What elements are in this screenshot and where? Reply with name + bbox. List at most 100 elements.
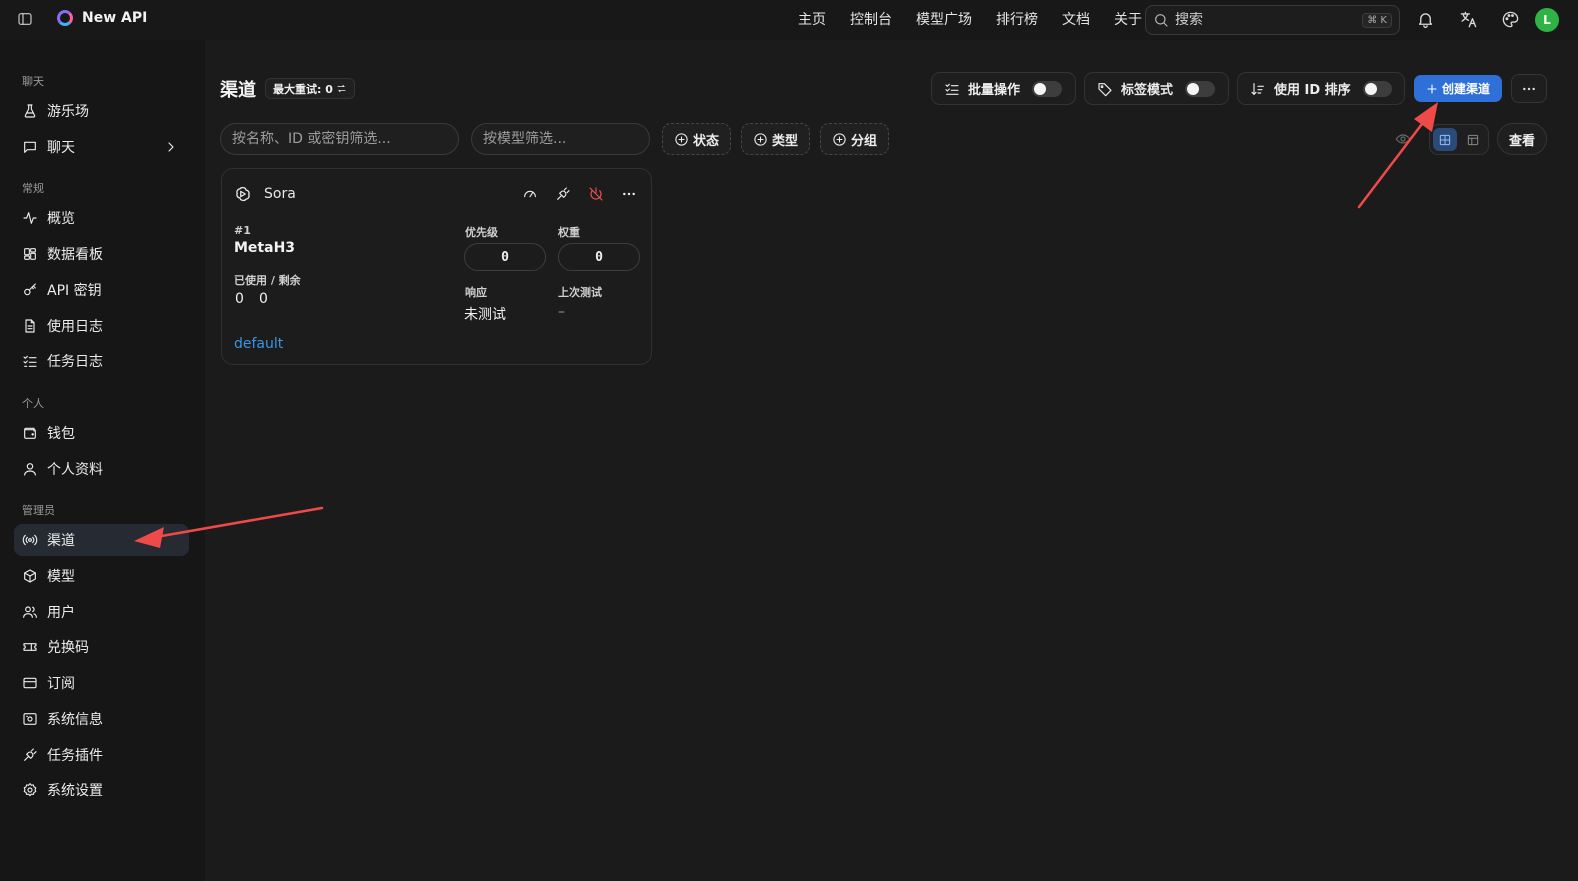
sort-icon <box>1250 81 1266 97</box>
nav-leaderboard[interactable]: 排行榜 <box>984 0 1050 40</box>
sidebar-item-chat[interactable]: 聊天 <box>14 131 189 163</box>
retry-badge-label: 最大重试: 0 <box>273 82 333 96</box>
sidebar-item-task-logs[interactable]: 任务日志 <box>14 345 189 377</box>
channel-group-tag[interactable]: default <box>234 336 283 352</box>
sidebar-item-label: 任务日志 <box>47 354 103 370</box>
view-button[interactable]: 查看 <box>1497 123 1547 155</box>
sidebar-item-users[interactable]: 用户 <box>14 596 189 628</box>
tag-mode-switch[interactable] <box>1185 80 1216 97</box>
page-title: 渠道 <box>220 80 256 101</box>
search-box[interactable]: ⌘ K <box>1145 5 1400 35</box>
sidebar-item-system-info[interactable]: 系统信息 <box>14 703 189 735</box>
sidebar-item-label: 使用日志 <box>47 319 103 335</box>
sidebar-item-models[interactable]: 模型 <box>14 560 189 592</box>
sidebar-item-label: 游乐场 <box>47 104 89 120</box>
sidebar-section-chat: 聊天 <box>22 75 44 88</box>
grid-icon <box>1438 133 1452 147</box>
translate-icon[interactable] <box>1459 10 1478 29</box>
channel-name: Sora <box>264 186 296 202</box>
batch-toggle[interactable]: 批量操作 <box>931 72 1076 105</box>
nav-docs[interactable]: 文档 <box>1050 0 1102 40</box>
response-value: 未测试 <box>464 307 506 323</box>
sidebar-item-dashboard[interactable]: 数据看板 <box>14 238 189 270</box>
sidebar-item-usage-logs[interactable]: 使用日志 <box>14 310 189 342</box>
channel-id: #1 <box>234 224 251 237</box>
app-logo-icon <box>57 10 73 26</box>
create-channel-button[interactable]: 创建渠道 <box>1414 75 1502 102</box>
sidebar-item-label: 任务插件 <box>47 748 103 764</box>
tag-mode-toggle[interactable]: 标签模式 <box>1084 72 1229 105</box>
channel-card-header: Sora <box>234 185 296 203</box>
status-filter-chip[interactable]: 状态 <box>662 123 732 155</box>
sidebar-item-channels[interactable]: 渠道 <box>14 524 189 556</box>
search-input[interactable] <box>1175 12 1357 28</box>
card-view-option[interactable] <box>1433 128 1457 151</box>
list-checks-icon <box>944 81 960 97</box>
plug-icon[interactable] <box>555 186 571 202</box>
type-filter-chip[interactable]: 类型 <box>741 123 811 155</box>
status-filter-label: 状态 <box>693 133 720 149</box>
palette-icon[interactable] <box>1501 10 1520 29</box>
list-checks-icon <box>22 353 38 369</box>
sidebar-item-wallet[interactable]: 钱包 <box>14 417 189 449</box>
remaining-value: 0 <box>259 291 268 307</box>
sidebar-item-playground[interactable]: 游乐场 <box>14 95 189 127</box>
plug-icon <box>22 747 38 763</box>
swap-icon <box>336 83 347 94</box>
nav-home[interactable]: 主页 <box>786 0 838 40</box>
sidebar-item-label: 系统信息 <box>47 712 103 728</box>
type-filter-label: 类型 <box>772 133 799 149</box>
batch-switch[interactable] <box>1032 80 1063 97</box>
activity-icon <box>22 210 38 226</box>
weight-label: 权重 <box>558 226 580 239</box>
sidebar-item-task-plugins[interactable]: 任务插件 <box>14 739 189 771</box>
sidebar-item-overview[interactable]: 概览 <box>14 202 189 234</box>
radio-icon <box>22 532 38 548</box>
id-sort-switch[interactable] <box>1362 80 1392 97</box>
priority-input[interactable] <box>464 243 546 271</box>
model-filter-input[interactable] <box>471 123 650 155</box>
sidebar-item-label: 用户 <box>47 605 75 621</box>
sidebar-item-profile[interactable]: 个人资料 <box>14 453 189 485</box>
sidebar-item-redeem-codes[interactable]: 兑换码 <box>14 631 189 663</box>
nav-model-square[interactable]: 模型广场 <box>904 0 984 40</box>
speed-test-icon[interactable] <box>522 186 538 202</box>
channel-card-actions <box>522 186 637 202</box>
priority-label: 优先级 <box>465 226 498 239</box>
more-horizontal-icon[interactable] <box>621 186 637 202</box>
power-off-icon[interactable] <box>588 186 604 202</box>
sidebar-item-subscriptions[interactable]: 订阅 <box>14 667 189 699</box>
usage-label: 已使用 / 剩余 <box>234 274 301 287</box>
app-name: New API <box>82 10 148 26</box>
sidebar-toggle-icon[interactable] <box>17 11 33 27</box>
plus-circle-icon <box>674 132 689 147</box>
brand[interactable]: New API <box>57 10 147 26</box>
last-test-value: – <box>558 304 565 320</box>
avatar[interactable]: L <box>1535 8 1559 32</box>
message-square-icon <box>22 139 38 155</box>
sidebar-section-personal: 个人 <box>22 397 44 410</box>
ticket-icon <box>22 639 38 655</box>
nav-console[interactable]: 控制台 <box>838 0 904 40</box>
sidebar-item-label: 概览 <box>47 211 75 227</box>
eye-icon[interactable] <box>1395 131 1411 147</box>
table-view-option[interactable] <box>1461 128 1485 151</box>
sidebar-item-api-keys[interactable]: API 密钥 <box>14 274 189 306</box>
search-icon <box>1153 12 1169 28</box>
flask-icon <box>22 103 38 119</box>
sidebar-item-system-settings[interactable]: 系统设置 <box>14 774 189 806</box>
plus-icon <box>1426 83 1438 95</box>
sidebar-item-label: 聊天 <box>47 140 75 156</box>
name-filter-input[interactable] <box>220 123 459 155</box>
more-actions-button[interactable] <box>1511 74 1547 103</box>
retry-badge[interactable]: 最大重试: 0 <box>265 78 355 99</box>
plus-circle-icon <box>832 132 847 147</box>
group-filter-chip[interactable]: 分组 <box>820 123 890 155</box>
bell-icon[interactable] <box>1416 10 1435 29</box>
id-sort-toggle[interactable]: 使用 ID 排序 <box>1237 72 1405 105</box>
plus-circle-icon <box>753 132 768 147</box>
table-icon <box>1466 133 1480 147</box>
weight-input[interactable] <box>558 243 640 271</box>
wallet-icon <box>22 425 38 441</box>
openai-icon <box>234 185 252 203</box>
